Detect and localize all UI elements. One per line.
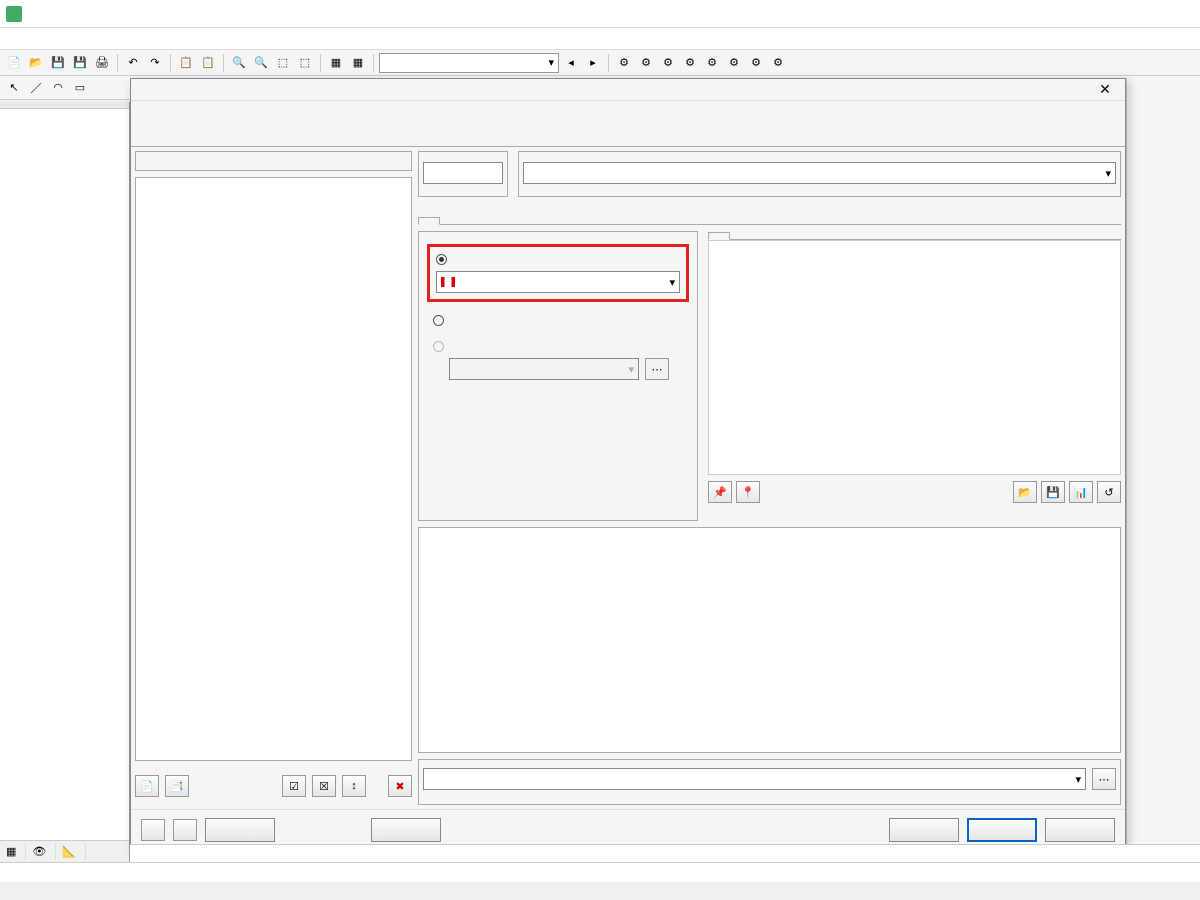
spectra-list[interactable] — [135, 177, 412, 761]
maximize-button[interactable] — [1112, 2, 1152, 26]
pin-button[interactable]: 📌 — [708, 481, 732, 503]
checkall-button[interactable]: ☑ — [282, 775, 306, 797]
comment-pick-button[interactable]: ⋯ — [1092, 768, 1116, 790]
rsno-field[interactable] — [423, 162, 503, 184]
nav-tab-display[interactable]: 👁 — [26, 843, 56, 860]
save-icon[interactable]: 💾 — [48, 53, 68, 73]
sort-button[interactable]: ↕ — [342, 775, 366, 797]
ok-calculate-button[interactable] — [889, 818, 959, 842]
line-icon[interactable]: ／ — [26, 78, 46, 98]
prev-icon[interactable]: ◂ — [561, 53, 581, 73]
dialog-close-icon[interactable]: ✕ — [1091, 81, 1119, 98]
menu-bar[interactable] — [0, 28, 1200, 50]
main-toolbar: 📄 📂 💾 💾 🖨 ↶ ↷ 📋 📋 🔍 🔍 ⬚ ⬚ ▦ ▦ ▾ ◂ ▸ ⚙ ⚙ … — [0, 50, 1200, 76]
right-dock — [1126, 78, 1200, 850]
tool-b-icon[interactable]: ⚙ — [636, 53, 656, 73]
view2-icon[interactable]: 🔍 — [251, 53, 271, 73]
saveall-icon[interactable]: 💾 — [70, 53, 90, 73]
userdef-radio[interactable] — [433, 314, 689, 326]
table2-icon[interactable]: ▦ — [348, 53, 368, 73]
new-icon[interactable]: 📄 — [4, 53, 24, 73]
snap-status-bar[interactable] — [0, 882, 1200, 900]
select-icon[interactable]: ⬚ — [273, 53, 293, 73]
title-bar — [0, 0, 1200, 28]
desc-combo[interactable]: ▾ — [523, 162, 1116, 184]
codeparams-tab[interactable] — [708, 232, 730, 240]
paste-icon[interactable]: 📋 — [198, 53, 218, 73]
export-param-button[interactable]: 📊 — [1069, 481, 1093, 503]
subtab-general[interactable] — [418, 217, 440, 225]
accel-combo: ▾ — [449, 358, 639, 380]
add-spectrum-button[interactable]: 📄 — [135, 775, 159, 797]
navigator-title — [0, 102, 129, 109]
minimize-button[interactable] — [1070, 2, 1110, 26]
spectrum-chart — [418, 527, 1121, 753]
uncheck-button[interactable]: ☒ — [312, 775, 336, 797]
next-icon[interactable]: ▸ — [583, 53, 603, 73]
close-button[interactable] — [1154, 2, 1194, 26]
standard-combo[interactable]: ▾ — [436, 271, 680, 293]
help-button[interactable] — [141, 819, 165, 841]
project-navigator: ▦ 👁 📐 — [0, 102, 130, 862]
undo-icon[interactable]: ↶ — [123, 53, 143, 73]
ok-button[interactable] — [967, 818, 1037, 842]
tool-g-icon[interactable]: ⚙ — [746, 53, 766, 73]
standard-radio[interactable] — [436, 253, 680, 265]
cancel-button[interactable] — [1045, 818, 1115, 842]
tool-d-icon[interactable]: ⚙ — [680, 53, 700, 73]
table-tab[interactable] — [730, 233, 752, 240]
arc-icon[interactable]: ◠ — [48, 78, 68, 98]
dynam-dialog: ✕ 📄 📑 ☑ ☒ ↕ ✖ — [130, 78, 1126, 850]
status-bar — [0, 862, 1200, 882]
select2-icon[interactable]: ⬚ — [295, 53, 315, 73]
tool-e-icon[interactable]: ⚙ — [702, 53, 722, 73]
check-button[interactable] — [371, 818, 441, 842]
table-icon[interactable]: ▦ — [326, 53, 346, 73]
nav-tab-views[interactable]: 📐 — [56, 843, 86, 860]
reset-param-button[interactable]: ↺ — [1097, 481, 1121, 503]
comment-combo[interactable]: ▾ — [423, 768, 1086, 790]
generate-radio — [433, 340, 689, 352]
details-button[interactable] — [205, 818, 275, 842]
accel-pick-button: ⋯ — [645, 358, 669, 380]
code-parameters-grid[interactable] — [708, 240, 1121, 475]
app-icon — [6, 6, 22, 22]
save-param-button[interactable]: 💾 — [1041, 481, 1065, 503]
print-icon[interactable]: 🖨 — [92, 53, 112, 73]
tool-h-icon[interactable]: ⚙ — [768, 53, 788, 73]
open-param-button[interactable]: 📂 — [1013, 481, 1037, 503]
tool-f-icon[interactable]: ⚙ — [724, 53, 744, 73]
view1-icon[interactable]: 🔍 — [229, 53, 249, 73]
open-icon[interactable]: 📂 — [26, 53, 46, 73]
unpin-button[interactable]: 📍 — [736, 481, 760, 503]
rect-icon[interactable]: ▭ — [70, 78, 90, 98]
delete-spectrum-button[interactable]: ✖ — [388, 775, 412, 797]
copy-icon[interactable]: 📋 — [176, 53, 196, 73]
tool-c-icon[interactable]: ⚙ — [658, 53, 678, 73]
tool-a-icon[interactable]: ⚙ — [614, 53, 634, 73]
redo-icon[interactable]: ↷ — [145, 53, 165, 73]
loadcase-combo[interactable]: ▾ — [379, 53, 559, 73]
dialog-tabs[interactable] — [131, 123, 1125, 147]
table-tabs[interactable] — [130, 844, 1200, 862]
navigator-tree[interactable] — [0, 124, 129, 840]
nav-tab-data[interactable]: ▦ — [0, 843, 26, 860]
copy-spectrum-button[interactable]: 📑 — [165, 775, 189, 797]
units-button[interactable] — [173, 819, 197, 841]
cursor-icon[interactable]: ↖ — [4, 78, 24, 98]
